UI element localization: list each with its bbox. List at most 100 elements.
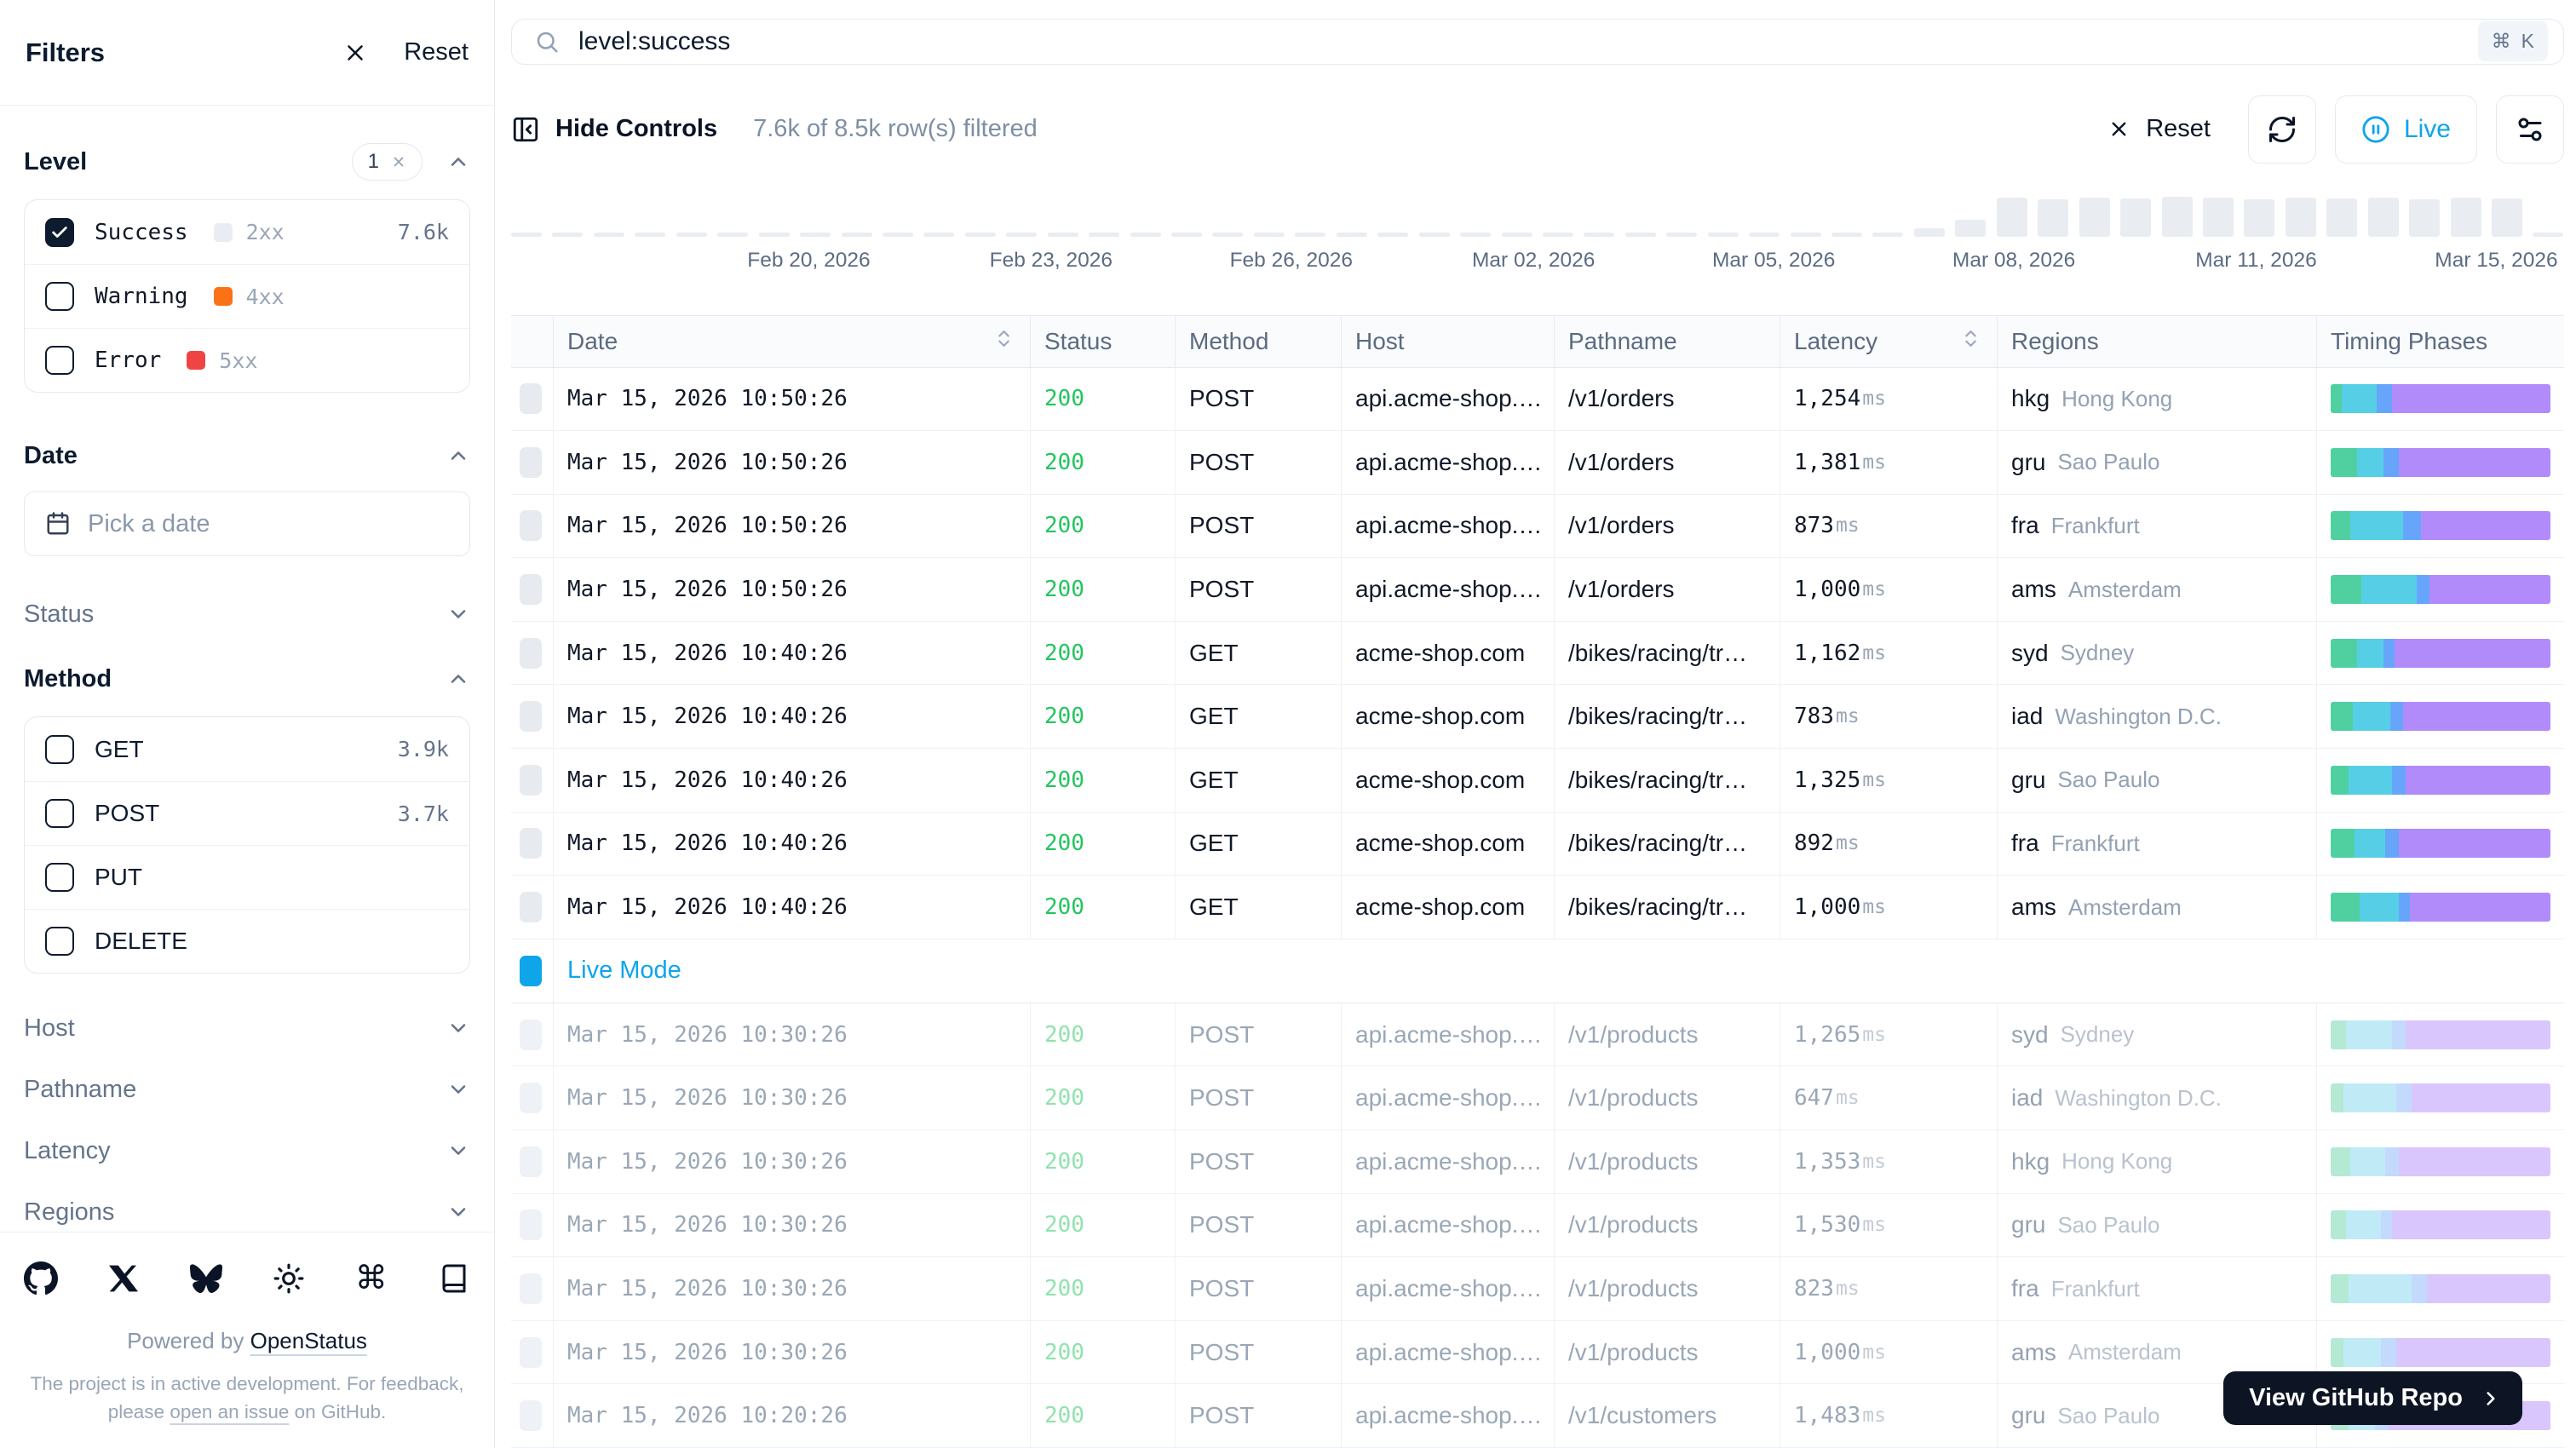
sort-icon[interactable] xyxy=(1960,328,1981,355)
reset-filters-button[interactable]: Reset xyxy=(2107,115,2211,143)
checkbox[interactable] xyxy=(45,735,74,764)
timeline-bar[interactable] xyxy=(676,233,707,237)
timeline-bar[interactable] xyxy=(800,233,831,237)
timeline-bar[interactable] xyxy=(2286,198,2316,237)
header-date[interactable]: Date xyxy=(554,316,1031,367)
row-select-cell[interactable] xyxy=(511,1066,554,1129)
timeline-bar[interactable] xyxy=(2451,198,2481,237)
x-twitter-icon[interactable] xyxy=(107,1261,141,1296)
view-github-repo-button[interactable]: View GitHub Repo xyxy=(2223,1371,2522,1425)
checkbox[interactable] xyxy=(45,927,74,956)
header-method[interactable]: Method xyxy=(1176,316,1342,367)
timeline-bar[interactable] xyxy=(1295,233,1325,237)
section-method[interactable]: Method xyxy=(24,655,470,703)
header-pathname[interactable]: Pathname xyxy=(1555,316,1780,367)
table-row[interactable]: Mar 15, 2026 10:40:26200GETacme-shop.com… xyxy=(511,685,2564,749)
docs-book-icon[interactable] xyxy=(437,1261,470,1296)
close-filters-icon[interactable] xyxy=(342,40,368,66)
timeline-bar[interactable] xyxy=(1625,233,1656,237)
timeline-bar[interactable] xyxy=(1584,233,1614,237)
section-pathname[interactable]: Pathname xyxy=(24,1066,470,1113)
timeline-bar[interactable] xyxy=(1089,233,1119,237)
open-issue-link[interactable]: open an issue xyxy=(170,1401,289,1422)
row-select-cell[interactable] xyxy=(511,813,554,876)
section-latency[interactable]: Latency xyxy=(24,1127,470,1175)
timeline-bar[interactable] xyxy=(2038,199,2068,237)
row-select-cell[interactable] xyxy=(511,622,554,685)
timeline-bar[interactable] xyxy=(2409,199,2440,237)
timeline-bar[interactable] xyxy=(2079,198,2110,237)
timeline-bar[interactable] xyxy=(2368,198,2399,237)
section-regions[interactable]: Regions xyxy=(24,1188,470,1232)
row-select-cell[interactable] xyxy=(511,368,554,431)
timeline-bar[interactable] xyxy=(1337,233,1367,237)
timeline-bar[interactable] xyxy=(635,233,665,237)
timeline-bar[interactable] xyxy=(965,233,996,237)
timeline-bar[interactable] xyxy=(1872,233,1903,237)
chevron-up-icon[interactable] xyxy=(446,150,470,174)
date-picker-input[interactable]: Pick a date xyxy=(24,491,470,556)
timeline-bar[interactable] xyxy=(2120,198,2151,237)
table-row[interactable]: Mar 15, 2026 10:40:26200GETacme-shop.com… xyxy=(511,813,2564,876)
row-select-cell[interactable] xyxy=(511,495,554,558)
timeline-bar[interactable] xyxy=(1377,233,1408,237)
timeline-bar[interactable] xyxy=(2203,198,2234,237)
timeline-bar[interactable] xyxy=(1708,233,1739,237)
method-option[interactable]: POST3.7k xyxy=(25,781,469,845)
table-row[interactable]: Mar 15, 2026 10:30:26200POSTapi.acme-sho… xyxy=(511,1257,2564,1321)
section-host[interactable]: Host xyxy=(24,1004,470,1052)
timeline-bar[interactable] xyxy=(1666,233,1697,237)
header-host[interactable]: Host xyxy=(1342,316,1555,367)
live-mode-label[interactable]: Live Mode xyxy=(567,957,681,985)
live-mode-button[interactable]: Live xyxy=(2335,95,2477,164)
checkbox[interactable] xyxy=(45,799,74,828)
timeline-chart[interactable]: Feb 20, 2026Feb 23, 2026Feb 26, 2026Mar … xyxy=(511,196,2564,281)
table-row[interactable]: Mar 15, 2026 10:30:26200POSTapi.acme-sho… xyxy=(511,1003,2564,1067)
timeline-bar[interactable] xyxy=(1749,233,1780,237)
table-row[interactable]: Mar 15, 2026 10:50:26200POSTapi.acme-sho… xyxy=(511,558,2564,622)
table-row[interactable]: Mar 15, 2026 10:50:26200POSTapi.acme-sho… xyxy=(511,431,2564,495)
timeline-bar[interactable] xyxy=(2326,198,2357,237)
chevron-down-icon[interactable] xyxy=(446,1200,470,1224)
command-menu-icon[interactable]: ⌘ xyxy=(354,1261,388,1296)
table-row[interactable]: Mar 15, 2026 10:30:26200POSTapi.acme-sho… xyxy=(511,1130,2564,1194)
view-settings-button[interactable] xyxy=(2496,95,2564,164)
timeline-bar[interactable] xyxy=(1955,220,1986,237)
checkbox[interactable] xyxy=(45,346,74,375)
timeline-bar[interactable] xyxy=(1543,233,1573,237)
chevron-down-icon[interactable] xyxy=(446,602,470,626)
timeline-bar[interactable] xyxy=(1997,198,2027,237)
row-select-cell[interactable] xyxy=(511,431,554,494)
table-row[interactable]: Mar 15, 2026 10:50:26200POSTapi.acme-sho… xyxy=(511,495,2564,559)
row-select-cell[interactable] xyxy=(511,685,554,748)
timeline-bar[interactable] xyxy=(1006,233,1037,237)
timeline-bar[interactable] xyxy=(759,233,790,237)
section-date[interactable]: Date xyxy=(24,432,470,480)
chevron-down-icon[interactable] xyxy=(446,1139,470,1163)
level-option[interactable]: Success2xx7.6k xyxy=(25,200,469,264)
timeline-bar[interactable] xyxy=(1791,233,1821,237)
header-regions[interactable]: Regions xyxy=(1998,316,2317,367)
table-row[interactable]: Mar 15, 2026 10:30:26200POSTapi.acme-sho… xyxy=(511,1066,2564,1130)
chevron-up-icon[interactable] xyxy=(446,444,470,468)
timeline-bar[interactable] xyxy=(717,233,748,237)
checkbox-checked[interactable] xyxy=(45,218,74,247)
checkbox[interactable] xyxy=(45,282,74,311)
row-select-cell[interactable] xyxy=(511,558,554,621)
timeline-bar[interactable] xyxy=(1212,233,1243,237)
row-select-cell[interactable] xyxy=(511,1257,554,1320)
timeline-bar[interactable] xyxy=(594,233,624,237)
timeline-bar[interactable] xyxy=(1048,233,1078,237)
section-level[interactable]: Level 1 xyxy=(24,138,470,186)
chevron-up-icon[interactable] xyxy=(446,667,470,691)
search-input[interactable]: level:success ⌘ K xyxy=(511,19,2564,65)
timeline-bar[interactable] xyxy=(842,233,872,237)
header-latency[interactable]: Latency xyxy=(1780,316,1998,367)
live-mode-row[interactable]: Live Mode xyxy=(511,939,2564,1003)
timeline-bar[interactable] xyxy=(883,233,913,237)
method-option[interactable]: PUT xyxy=(25,845,469,909)
table-row[interactable]: Mar 15, 2026 10:40:26200GETacme-shop.com… xyxy=(511,622,2564,686)
timeline-bar[interactable] xyxy=(923,233,954,237)
row-select-cell[interactable] xyxy=(511,876,554,939)
table-row[interactable]: Mar 15, 2026 10:40:26200GETacme-shop.com… xyxy=(511,749,2564,813)
